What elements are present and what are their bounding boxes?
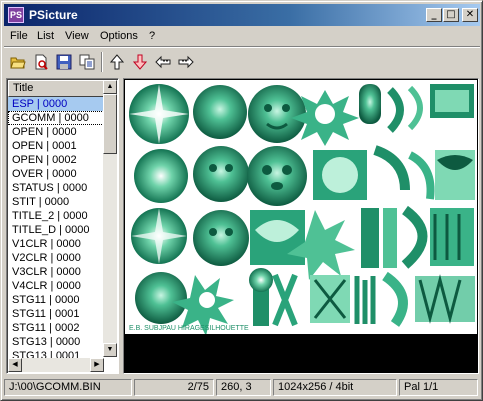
status-palette: Pal 1/1	[399, 379, 478, 396]
scroll-down-icon[interactable]: ▼	[103, 343, 117, 357]
list-item[interactable]: GCOMM | 0000	[8, 111, 104, 125]
save-icon[interactable]	[53, 52, 75, 72]
menu-list[interactable]: List	[37, 30, 54, 42]
list-header-title[interactable]: Title	[8, 80, 104, 97]
list-rows: ESP | 0000 GCOMM | 0000 OPEN | 0000 OPEN | …	[8, 97, 104, 363]
list-horizontal-scrollbar[interactable]: ◀ ▶	[8, 358, 104, 372]
menu-bar: File List View Options ?	[4, 28, 480, 46]
list-vertical-scrollbar[interactable]: ▲ ▼	[103, 80, 117, 357]
menu-options[interactable]: Options	[100, 30, 138, 42]
open-folder-icon[interactable]	[7, 52, 29, 72]
status-path: J:\00\GCOMM.BIN	[4, 379, 132, 396]
title-list[interactable]: Title ESP | 0000 GCOMM | 0000 OPEN | 0000 O…	[6, 78, 119, 374]
list-item[interactable]: STG13 | 0000	[8, 335, 104, 349]
list-item[interactable]: V3CLR | 0000	[8, 265, 104, 279]
app-window: PS PSicture _ □ ✕ File List View Options…	[0, 0, 483, 401]
scroll-left-icon[interactable]: ◀	[8, 358, 22, 372]
toolbar-separator	[101, 52, 103, 72]
viewport-empty-area	[125, 337, 477, 371]
next-icon[interactable]	[175, 52, 197, 72]
menu-view[interactable]: View	[65, 30, 89, 42]
list-item[interactable]: STG11 | 0002	[8, 321, 104, 335]
status-bar: J:\00\GCOMM.BIN 2/75 260, 3 1024x256 / 4…	[4, 377, 480, 398]
toolbar	[4, 46, 480, 74]
arrow-up-icon[interactable]	[106, 52, 128, 72]
status-index: 2/75	[134, 379, 214, 396]
status-coords: 260, 3	[216, 379, 271, 396]
title-bar[interactable]: PS PSicture _ □ ✕	[4, 4, 480, 26]
menu-file[interactable]: File	[10, 30, 28, 42]
svg-text:E.B. SUBJPAU HIRAGESILHOUETTE: E.B. SUBJPAU HIRAGESILHOUETTE	[129, 325, 249, 332]
scroll-thumb[interactable]	[103, 94, 117, 154]
open-file-icon[interactable]	[30, 52, 52, 72]
list-item[interactable]: V4CLR | 0000	[8, 279, 104, 293]
list-item[interactable]: STG11 | 0001	[8, 307, 104, 321]
list-item[interactable]: V1CLR | 0000	[8, 237, 104, 251]
list-item[interactable]: TITLE_D | 0000	[8, 223, 104, 237]
sprite-sheet-image: E.B. SUBJPAU HIRAGESILHOUETTE	[125, 80, 477, 336]
copy-icon[interactable]	[76, 52, 98, 72]
list-item[interactable]: STG11 | 0000	[8, 293, 104, 307]
image-viewport[interactable]: E.B. SUBJPAU HIRAGESILHOUETTE	[123, 78, 479, 374]
window-title: PSicture	[29, 8, 78, 22]
scroll-up-icon[interactable]: ▲	[103, 80, 117, 94]
close-button[interactable]: ✕	[462, 8, 478, 22]
app-logo-icon[interactable]: PS	[8, 7, 24, 23]
list-item[interactable]: OPEN | 0002	[8, 153, 104, 167]
scroll-right-icon[interactable]: ▶	[90, 358, 104, 372]
maximize-button[interactable]: □	[443, 8, 459, 22]
previous-icon[interactable]	[152, 52, 174, 72]
list-item[interactable]: OPEN | 0000	[8, 125, 104, 139]
list-item[interactable]: ESP | 0000	[8, 97, 104, 111]
status-image-size: 1024x256 / 4bit	[273, 379, 397, 396]
list-item[interactable]: STIT | 0000	[8, 195, 104, 209]
list-item[interactable]: V2CLR | 0000	[8, 251, 104, 265]
arrow-down-icon[interactable]	[129, 52, 151, 72]
minimize-button[interactable]: _	[426, 8, 442, 22]
list-item[interactable]: OPEN | 0001	[8, 139, 104, 153]
list-item[interactable]: TITLE_2 | 0000	[8, 209, 104, 223]
list-item[interactable]: STATUS | 0000	[8, 181, 104, 195]
list-item[interactable]: OVER | 0000	[8, 167, 104, 181]
menu-help[interactable]: ?	[149, 30, 155, 42]
